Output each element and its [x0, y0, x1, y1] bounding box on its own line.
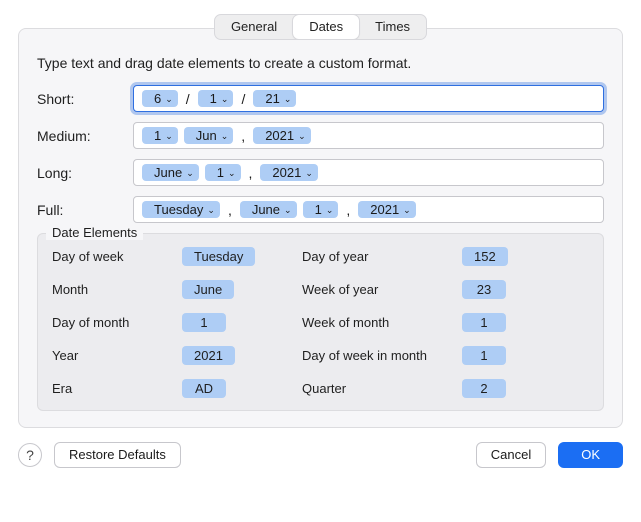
chevron-down-icon: ⌄: [284, 95, 292, 104]
tab-bar-wrap: General Dates Times: [18, 14, 623, 40]
chevron-down-icon: ⌄: [165, 132, 173, 141]
tab-general[interactable]: General: [215, 15, 293, 39]
full-month-token[interactable]: June⌄: [240, 201, 297, 218]
format-label-long: Long:: [37, 165, 133, 181]
date-format-preferences: { "tabs": { "general": "General", "dates…: [0, 0, 641, 522]
medium-year-token[interactable]: 2021⌄: [253, 127, 310, 144]
help-button[interactable]: ?: [18, 443, 42, 467]
medium-day-token[interactable]: 1⌄: [142, 127, 178, 144]
restore-defaults-button[interactable]: Restore Defaults: [54, 442, 181, 468]
medium-month-token[interactable]: Jun⌄: [184, 127, 234, 144]
separator: ,: [226, 202, 234, 218]
date-elements-title: Date Elements: [46, 225, 143, 240]
chevron-down-icon: ⌄: [221, 132, 229, 141]
format-row-short: Short: 6⌄ / 1⌄ / 21⌄: [37, 85, 604, 112]
format-row-medium: Medium: 1⌄ Jun⌄ , 2021⌄: [37, 122, 604, 149]
instruction-text: Type text and drag date elements to crea…: [37, 55, 604, 71]
label-year: Year: [52, 348, 172, 363]
format-row-full: Full: Tuesday⌄ , June⌄ 1⌄ , 2021⌄: [37, 196, 604, 223]
cancel-button[interactable]: Cancel: [476, 442, 546, 468]
chevron-down-icon: ⌄: [207, 206, 215, 215]
label-day-of-week-in-month: Day of week in month: [302, 348, 452, 363]
ok-button[interactable]: OK: [558, 442, 623, 468]
element-week-of-year[interactable]: 23: [462, 280, 506, 299]
chevron-down-icon: ⌄: [186, 169, 194, 178]
short-day-token[interactable]: 1⌄: [198, 90, 234, 107]
short-month-token[interactable]: 6⌄: [142, 90, 178, 107]
format-field-short[interactable]: 6⌄ / 1⌄ / 21⌄: [133, 85, 604, 112]
long-month-token[interactable]: June⌄: [142, 164, 199, 181]
separator: /: [239, 91, 247, 107]
element-month[interactable]: June: [182, 280, 234, 299]
label-week-of-year: Week of year: [302, 282, 452, 297]
label-week-of-month: Week of month: [302, 315, 452, 330]
format-label-medium: Medium:: [37, 128, 133, 144]
format-field-long[interactable]: June⌄ 1⌄ , 2021⌄: [133, 159, 604, 186]
short-year-token[interactable]: 21⌄: [253, 90, 296, 107]
separator: ,: [247, 165, 255, 181]
separator: ,: [344, 202, 352, 218]
label-quarter: Quarter: [302, 381, 452, 396]
element-day-of-week[interactable]: Tuesday: [182, 247, 255, 266]
element-day-of-year[interactable]: 152: [462, 247, 508, 266]
element-era[interactable]: AD: [182, 379, 226, 398]
label-day-of-month: Day of month: [52, 315, 172, 330]
separator: ,: [239, 128, 247, 144]
element-week-of-month[interactable]: 1: [462, 313, 506, 332]
chevron-down-icon: ⌄: [228, 169, 236, 178]
format-row-long: Long: June⌄ 1⌄ , 2021⌄: [37, 159, 604, 186]
full-weekday-token[interactable]: Tuesday⌄: [142, 201, 220, 218]
long-day-token[interactable]: 1⌄: [205, 164, 241, 181]
format-field-full[interactable]: Tuesday⌄ , June⌄ 1⌄ , 2021⌄: [133, 196, 604, 223]
long-year-token[interactable]: 2021⌄: [260, 164, 317, 181]
element-year[interactable]: 2021: [182, 346, 235, 365]
label-day-of-week: Day of week: [52, 249, 172, 264]
element-quarter[interactable]: 2: [462, 379, 506, 398]
tab-dates[interactable]: Dates: [293, 15, 359, 39]
label-month: Month: [52, 282, 172, 297]
chevron-down-icon: ⌄: [165, 95, 173, 104]
full-year-token[interactable]: 2021⌄: [358, 201, 415, 218]
date-elements-group: Date Elements Day of week Tuesday Day of…: [37, 233, 604, 411]
tab-bar: General Dates Times: [214, 14, 427, 40]
chevron-down-icon: ⌄: [326, 206, 334, 215]
date-elements-grid: Day of week Tuesday Day of year 152 Mont…: [52, 247, 589, 398]
element-day-of-month[interactable]: 1: [182, 313, 226, 332]
label-era: Era: [52, 381, 172, 396]
chevron-down-icon: ⌄: [284, 206, 292, 215]
tab-times[interactable]: Times: [359, 15, 426, 39]
chevron-down-icon: ⌄: [305, 169, 313, 178]
label-day-of-year: Day of year: [302, 249, 452, 264]
element-day-of-week-in-month[interactable]: 1: [462, 346, 506, 365]
chevron-down-icon: ⌄: [403, 206, 411, 215]
separator: /: [184, 91, 192, 107]
format-label-full: Full:: [37, 202, 133, 218]
footer: ? Restore Defaults Cancel OK: [18, 442, 623, 468]
dates-panel: Type text and drag date elements to crea…: [18, 28, 623, 428]
format-label-short: Short:: [37, 91, 133, 107]
format-field-medium[interactable]: 1⌄ Jun⌄ , 2021⌄: [133, 122, 604, 149]
chevron-down-icon: ⌄: [298, 132, 306, 141]
chevron-down-icon: ⌄: [221, 95, 229, 104]
full-day-token[interactable]: 1⌄: [303, 201, 339, 218]
